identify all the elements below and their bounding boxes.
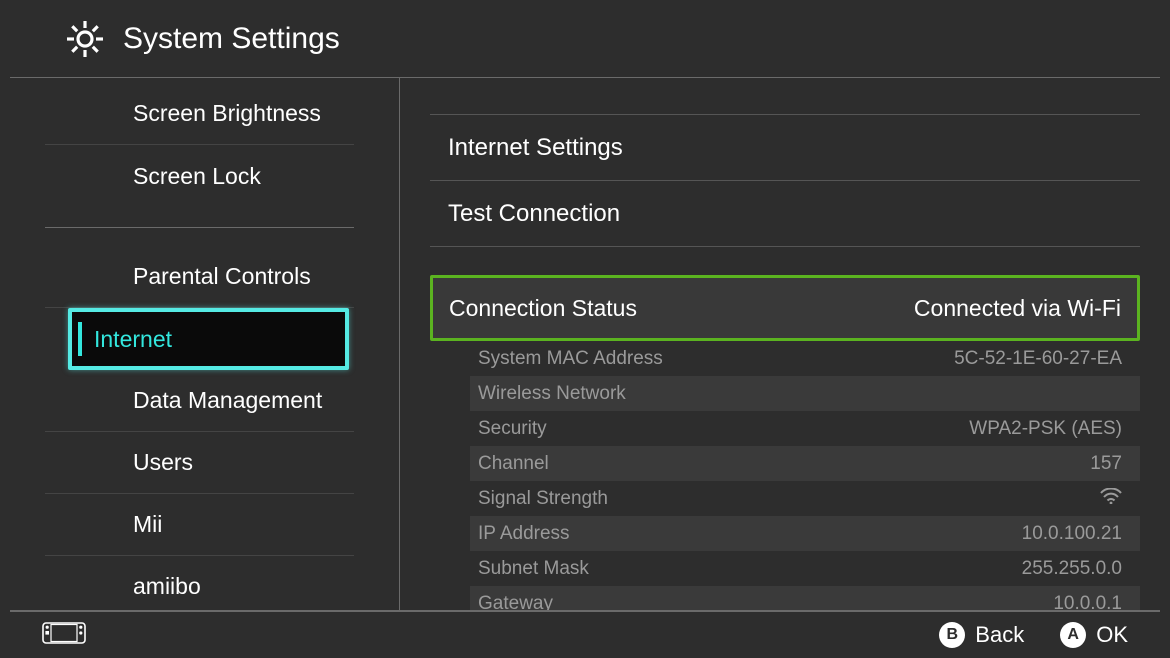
sidebar-item-label: Data Management [133, 387, 322, 414]
connection-details: System MAC Address 5C-52-1E-60-27-EA Wir… [430, 341, 1140, 610]
detail-label: Channel [478, 453, 549, 475]
sidebar-item-label: Internet [94, 326, 172, 353]
sidebar-item-parental-controls[interactable]: Parental Controls [45, 246, 354, 308]
body: Screen Brightness Screen Lock Parental C… [0, 78, 1170, 610]
sidebar-item-mii[interactable]: Mii [45, 494, 354, 556]
header: System Settings [10, 0, 1160, 78]
sidebar-item-amiibo[interactable]: amiibo [45, 556, 354, 618]
detail-row-channel: Channel 157 [470, 446, 1140, 481]
detail-label: Subnet Mask [478, 558, 589, 580]
detail-label: System MAC Address [478, 348, 663, 370]
detail-row-subnet-mask: Subnet Mask 255.255.0.0 [470, 551, 1140, 586]
footer-buttons: B Back A OK [939, 622, 1128, 648]
sidebar: Screen Brightness Screen Lock Parental C… [0, 78, 400, 610]
sidebar-item-users[interactable]: Users [45, 432, 354, 494]
sidebar-item-screen-lock[interactable]: Screen Lock [45, 145, 354, 207]
menu-item-internet-settings[interactable]: Internet Settings [430, 115, 1140, 181]
wifi-icon [1100, 488, 1122, 510]
detail-row-ip-address: IP Address 10.0.100.21 [470, 516, 1140, 551]
page-title: System Settings [123, 22, 340, 56]
a-button-icon: A [1060, 622, 1086, 648]
detail-row-mac: System MAC Address 5C-52-1E-60-27-EA [470, 341, 1140, 376]
footer: B Back A OK [10, 610, 1160, 658]
back-label: Back [975, 622, 1024, 648]
detail-value: 255.255.0.0 [1022, 558, 1122, 580]
detail-value: 10.0.100.21 [1022, 523, 1122, 545]
detail-value: 157 [1090, 453, 1122, 475]
connection-status-value: Connected via Wi-Fi [914, 295, 1121, 322]
sidebar-divider [45, 227, 354, 228]
gear-icon [65, 19, 105, 59]
detail-label: Gateway [478, 593, 553, 611]
b-button-icon: B [939, 622, 965, 648]
detail-row-gateway: Gateway 10.0.0.1 [470, 586, 1140, 610]
menu-item-label: Test Connection [448, 200, 620, 228]
detail-value: 5C-52-1E-60-27-EA [954, 348, 1122, 370]
menu-block: Internet Settings Test Connection [430, 114, 1140, 247]
detail-value: 10.0.0.1 [1053, 593, 1122, 611]
sidebar-item-label: Screen Brightness [133, 100, 321, 127]
detail-label: Wireless Network [478, 383, 626, 405]
detail-label: Signal Strength [478, 488, 608, 510]
sidebar-item-label: Parental Controls [133, 263, 311, 290]
sidebar-item-screen-brightness[interactable]: Screen Brightness [45, 83, 354, 145]
sidebar-item-label: Mii [133, 511, 162, 538]
detail-row-signal-strength: Signal Strength [470, 481, 1140, 516]
connection-status-label: Connection Status [449, 295, 637, 322]
menu-item-label: Internet Settings [448, 134, 623, 162]
sidebar-item-label: Screen Lock [133, 163, 261, 190]
ok-label: OK [1096, 622, 1128, 648]
sidebar-item-label: Users [133, 449, 193, 476]
detail-label: IP Address [478, 523, 570, 545]
detail-label: Security [478, 418, 547, 440]
menu-item-test-connection[interactable]: Test Connection [430, 181, 1140, 247]
main-panel: Internet Settings Test Connection Connec… [400, 78, 1170, 610]
detail-row-wireless-network: Wireless Network [470, 376, 1140, 411]
ok-button[interactable]: A OK [1060, 622, 1128, 648]
detail-row-security: Security WPA2-PSK (AES) [470, 411, 1140, 446]
sidebar-item-data-management[interactable]: Data Management [45, 370, 354, 432]
sidebar-item-internet[interactable]: Internet [68, 308, 349, 370]
controller-icon[interactable] [42, 622, 86, 649]
detail-value: WPA2-PSK (AES) [969, 418, 1122, 440]
back-button[interactable]: B Back [939, 622, 1024, 648]
sidebar-item-label: amiibo [133, 573, 201, 600]
connection-status-row[interactable]: Connection Status Connected via Wi-Fi [433, 278, 1137, 338]
connection-status-block: Connection Status Connected via Wi-Fi [430, 275, 1140, 341]
